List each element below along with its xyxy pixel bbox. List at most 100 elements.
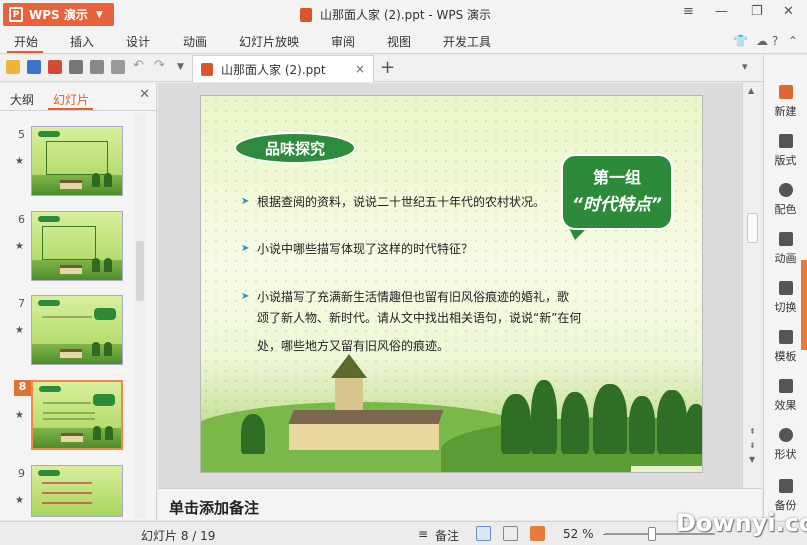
shapes-icon xyxy=(778,428,793,442)
farmhouse xyxy=(271,410,444,450)
editor-scrollbar[interactable]: ▲ ⇞ ⇟ ▼ xyxy=(742,83,762,488)
minimize-button[interactable]: — xyxy=(715,4,728,19)
window-title-text: 山那面人家 (2).ppt - WPS 演示 xyxy=(320,8,492,22)
help-icon[interactable]: ? xyxy=(772,34,778,48)
app-menu-button[interactable]: P WPS 演示 ▼ xyxy=(3,3,114,26)
slide-editor: 品味探究 第一组 “时代特点” ➤ 根据查阅的资料，说说二十世纪五十年代的农村状… xyxy=(158,83,745,488)
speech-bubble[interactable]: 第一组 “时代特点” xyxy=(561,154,673,230)
document-tab[interactable]: 山那面人家 (2).ppt × xyxy=(192,55,374,82)
slide-number: 8 xyxy=(14,380,31,396)
church-tower-roof xyxy=(331,354,367,378)
bubble-line-2: “时代特点” xyxy=(572,195,662,215)
slides-panel-tabs: 大纲 幻灯片 ✕ xyxy=(0,83,156,111)
close-tab-icon[interactable]: × xyxy=(355,62,365,76)
task-shapes-button[interactable]: 形状 xyxy=(764,428,807,462)
bullet-arrow-icon: ➤ xyxy=(241,196,250,207)
scrollbar-thumb[interactable] xyxy=(136,241,144,301)
restore-button[interactable]: ❐ xyxy=(751,4,763,19)
menu-developer[interactable]: 开发工具 xyxy=(443,33,491,50)
tab-list-icon[interactable]: ▾ xyxy=(742,60,756,74)
road xyxy=(631,466,702,472)
task-color-button[interactable]: 配色 xyxy=(764,183,807,217)
slide-thumbnail[interactable]: 7 ★ xyxy=(0,295,146,371)
scroll-up-icon[interactable]: ▲ xyxy=(748,86,754,95)
slide-number: 5 xyxy=(18,128,25,141)
bullet-arrow-icon: ➤ xyxy=(241,291,250,302)
window-title: 山那面人家 (2).ppt - WPS 演示 xyxy=(300,6,491,23)
more-icon[interactable]: ▼ xyxy=(177,62,191,76)
notes-toggle-icon[interactable]: ≡ xyxy=(418,527,428,541)
animation-star-icon: ★ xyxy=(15,410,24,421)
task-pane-collapse-handle[interactable] xyxy=(801,260,807,350)
slide-thumbnail-selected[interactable]: 8 ★ xyxy=(0,380,146,456)
notes-pane[interactable]: 单击添加备注 xyxy=(158,488,762,520)
task-effects-button[interactable]: 效果 xyxy=(764,379,807,413)
slide-canvas[interactable]: 品味探究 第一组 “时代特点” ➤ 根据查阅的资料，说说二十世纪五十年代的农村状… xyxy=(200,95,703,473)
slides-panel: 大纲 幻灯片 ✕ 5 ★ 6 ★ 7 ★ 8 ★ 9 ★ xyxy=(0,83,157,520)
task-new-button[interactable]: 新建 xyxy=(764,85,807,119)
tab-slides[interactable]: 幻灯片 xyxy=(53,91,89,108)
zoom-slider-handle[interactable] xyxy=(648,527,656,541)
close-button[interactable]: ✕ xyxy=(783,4,794,19)
menu-animation[interactable]: 动画 xyxy=(183,33,207,50)
slide-sorter-icon[interactable] xyxy=(503,526,518,541)
slide-number: 7 xyxy=(18,297,25,310)
slides-panel-scrollbar[interactable] xyxy=(134,113,146,518)
notes-toggle[interactable]: 备注 xyxy=(435,527,459,544)
slideshow-icon[interactable] xyxy=(530,526,545,541)
ribbon-menu-bar: 开始 插入 设计 动画 幻灯片放映 审阅 视图 开发工具 👕 ☁ ? ⌃ xyxy=(0,28,807,54)
slide-preview xyxy=(31,465,123,517)
bullet-text: 根据查阅的资料，说说二十世纪五十年代的农村状况。 xyxy=(257,195,546,209)
active-menu-indicator xyxy=(7,51,43,53)
quick-access-toolbar: ↶ ↷ ▼ 山那面人家 (2).ppt × + ▾ xyxy=(0,55,763,82)
scroll-down-icon[interactable]: ▼ xyxy=(749,455,755,464)
shirt-icon[interactable]: 👕 xyxy=(733,34,748,48)
animation-star-icon: ★ xyxy=(15,156,24,167)
redo-icon[interactable]: ↷ xyxy=(154,58,168,73)
print-preview-icon[interactable] xyxy=(90,60,104,74)
scrollbar-thumb[interactable] xyxy=(747,213,758,243)
open-icon[interactable] xyxy=(6,60,20,74)
wps-logo-icon: P xyxy=(9,7,23,22)
new-tab-button[interactable]: + xyxy=(380,57,395,78)
print-icon[interactable] xyxy=(69,60,83,74)
slide-indicator: 幻灯片 8 / 19 xyxy=(141,529,216,543)
print-setup-icon[interactable] xyxy=(111,60,125,74)
previous-slide-icon[interactable]: ⇞ xyxy=(749,427,756,436)
animation-icon xyxy=(778,232,793,246)
menu-insert[interactable]: 插入 xyxy=(70,33,94,50)
document-tab-label: 山那面人家 (2).ppt xyxy=(221,62,326,77)
next-slide-icon[interactable]: ⇟ xyxy=(749,441,756,450)
menu-home[interactable]: 开始 xyxy=(14,33,38,50)
slide-thumbnail[interactable]: 5 ★ xyxy=(0,126,146,202)
chevron-down-icon: ▼ xyxy=(95,9,103,20)
task-backup-button[interactable]: 备份 xyxy=(764,479,807,513)
menu-design[interactable]: 设计 xyxy=(126,33,150,50)
task-layout-button[interactable]: 版式 xyxy=(764,134,807,168)
ppt-file-icon xyxy=(201,62,213,76)
menu-review[interactable]: 审阅 xyxy=(331,33,355,50)
zoom-level: 52 % xyxy=(563,527,594,541)
save-icon[interactable] xyxy=(27,60,41,74)
bullet-item[interactable]: ➤ 小说中哪些描写体现了这样的时代特征？ xyxy=(241,237,473,261)
normal-view-icon[interactable] xyxy=(476,526,491,541)
slide-preview xyxy=(31,295,123,365)
menu-view[interactable]: 视图 xyxy=(387,33,411,50)
cloud-user-icon[interactable]: ☁ xyxy=(756,34,768,48)
collapse-icon[interactable]: ⌃ xyxy=(788,34,798,48)
export-pdf-icon[interactable] xyxy=(48,60,62,74)
tab-outline[interactable]: 大纲 xyxy=(10,91,34,108)
menu-slideshow[interactable]: 幻灯片放映 xyxy=(239,33,299,50)
close-panel-icon[interactable]: ✕ xyxy=(139,87,150,102)
active-tab-indicator xyxy=(48,108,93,110)
window-menu-button[interactable]: ≡ xyxy=(683,4,694,19)
bullet-item[interactable]: ➤ 根据查阅的资料，说说二十世纪五十年代的农村状况。 xyxy=(241,190,545,214)
animation-star-icon: ★ xyxy=(15,241,24,252)
layout-icon xyxy=(778,134,793,148)
backup-icon xyxy=(778,479,793,493)
undo-icon[interactable]: ↶ xyxy=(133,58,147,73)
bubble-line-1: 第一组 xyxy=(592,168,641,187)
app-name: WPS 演示 xyxy=(29,8,88,22)
slide-thumbnail[interactable]: 6 ★ xyxy=(0,211,146,287)
slide-title-badge[interactable]: 品味探究 xyxy=(234,132,356,164)
